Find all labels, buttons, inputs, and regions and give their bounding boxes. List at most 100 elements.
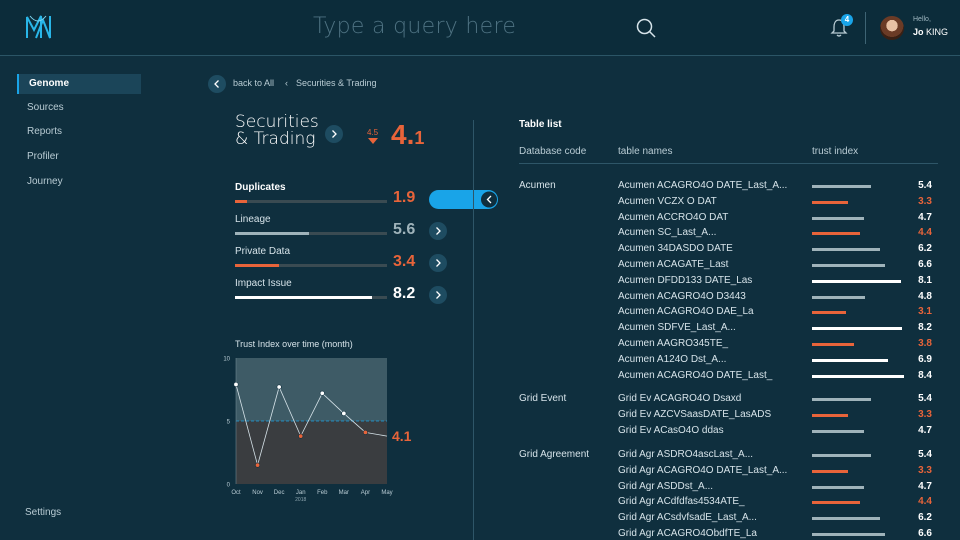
table-row[interactable]: Acumen ACAGRO4O DATE_Last_ 8.4 xyxy=(618,370,938,385)
trend-down-icon xyxy=(368,138,378,144)
metric-label-private-data[interactable]: Private Data xyxy=(235,246,290,257)
x-tick-label: Oct xyxy=(231,490,241,496)
metric-bar-duplicates xyxy=(235,200,387,203)
column-header-database-code[interactable]: Database code xyxy=(519,146,586,157)
breadcrumb-back-link[interactable]: back to All xyxy=(233,78,274,88)
table-row[interactable]: Grid Ev ACAGRO4O Dsaxd 5.4 xyxy=(618,393,938,408)
metric-label-impact-issue[interactable]: Impact Issue xyxy=(235,278,292,289)
metric-label-lineage[interactable]: Lineage xyxy=(235,214,271,225)
panel-divider xyxy=(473,120,474,540)
table-name: Acumen SC_Last_A... xyxy=(618,227,717,239)
search-input[interactable]: Type a query here xyxy=(313,14,516,39)
table-row[interactable]: Acumen VCZX O DAT 3.3 xyxy=(618,196,938,211)
table-name: Grid Agr ASDDst_A... xyxy=(618,480,714,492)
database-code-label: Acumen xyxy=(519,180,556,191)
duplicates-selected-indicator[interactable] xyxy=(429,190,498,209)
chevron-left-icon xyxy=(214,80,219,88)
table-row[interactable]: Acumen 34DASDO DATE 6.2 xyxy=(618,243,938,258)
table-row[interactable]: Grid Agr ACsdvfsadE_Last_A... 6.2 xyxy=(618,512,938,527)
table-name: Acumen VCZX O DAT xyxy=(618,195,717,207)
sidebar-item-genome[interactable]: Genome xyxy=(17,74,141,94)
lineage-expand-button[interactable] xyxy=(429,222,447,240)
greeting-text: Hello, xyxy=(913,16,931,23)
table-row[interactable]: Grid Agr ACAGRO4O DATE_Last_A... 3.3 xyxy=(618,465,938,480)
data-point xyxy=(341,410,347,416)
trust-index-bar xyxy=(812,232,860,236)
x-tick-label: Jan xyxy=(296,490,306,496)
title-expand-button[interactable] xyxy=(325,125,343,143)
trust-index-value: 6.6 xyxy=(918,528,932,539)
table-row[interactable]: Acumen DFDD133 DATE_Las 8.1 xyxy=(618,275,938,290)
trust-index-bar xyxy=(812,343,854,346)
table-row[interactable]: Acumen ACAGRO4O D3443 4.8 xyxy=(618,291,938,306)
trust-index-value: 3.3 xyxy=(918,408,932,420)
data-point xyxy=(298,433,304,439)
trust-index-value: 6.6 xyxy=(918,259,932,270)
column-header-trust-index[interactable]: trust index xyxy=(812,146,858,157)
chevron-right-icon xyxy=(436,259,441,267)
table-name: Grid Agr ACAGRO4O DATE_Last_A... xyxy=(618,464,788,476)
trust-index-bar xyxy=(812,533,885,536)
table-row[interactable]: Acumen AAGRO345TE_ 3.8 xyxy=(618,338,938,353)
table-name: Acumen SDFVE_Last_A... xyxy=(618,322,736,334)
breadcrumb-current: Securities & Trading xyxy=(296,78,377,88)
trust-index-value: 4.4 xyxy=(918,227,932,239)
table-header-divider xyxy=(519,163,938,164)
table-row[interactable]: Grid Agr ASDRO4ascLast_A... 5.4 xyxy=(618,449,938,464)
table-name: Grid Ev ACAGRO4O Dsaxd xyxy=(618,393,742,404)
table-row[interactable]: Acumen ACAGATE_Last 6.6 xyxy=(618,259,938,274)
trust-index-bar xyxy=(812,295,865,299)
trust-index-value: 3.8 xyxy=(918,338,932,349)
chevron-right-icon xyxy=(436,227,441,235)
year-label: 2018 xyxy=(295,497,306,503)
metric-bar-lineage xyxy=(235,232,387,235)
table-name: Grid Agr ACAGRO4ObdfTE_La xyxy=(618,528,757,539)
page-title: Securities & Trading xyxy=(235,112,319,149)
table-name: Acumen A124O Dst_A... xyxy=(618,353,727,365)
table-row[interactable]: Grid Ev AZCVSaasDATE_LasADS 3.3 xyxy=(618,409,938,424)
table-name: Grid Agr ASDRO4ascLast_A... xyxy=(618,449,754,460)
metric-bar-impact-issue xyxy=(235,296,387,299)
sidebar-item-profiler[interactable]: Profiler xyxy=(17,147,141,167)
table-row[interactable]: Grid Ev ACasO4O ddas 4.7 xyxy=(618,425,938,440)
app-logo[interactable] xyxy=(24,12,56,42)
trust-index-value: 5.4 xyxy=(918,180,932,191)
table-list-title: Table list xyxy=(519,119,562,130)
table-row[interactable]: Acumen ACAGRO4O DAE_La 3.1 xyxy=(618,306,938,321)
table-row[interactable]: Acumen ACCRO4O DAT 4.7 xyxy=(618,212,938,227)
metric-label-duplicates[interactable]: Duplicates xyxy=(235,182,286,193)
x-tick-label: May xyxy=(381,490,392,496)
trust-index-bar xyxy=(812,264,885,267)
trust-index-bar xyxy=(812,216,864,220)
sidebar-item-sources[interactable]: Sources xyxy=(17,98,141,118)
impact-issue-expand-button[interactable] xyxy=(429,286,447,304)
column-header-table-names[interactable]: table names xyxy=(618,146,672,157)
data-point xyxy=(255,462,261,468)
trust-index-bar xyxy=(812,358,888,362)
trust-index-bar xyxy=(812,185,871,188)
trust-score: 4.1 xyxy=(391,119,425,150)
trust-index-bar xyxy=(812,454,871,457)
table-row[interactable]: Acumen A124O Dst_A... 6.9 xyxy=(618,354,938,369)
private-data-expand-button[interactable] xyxy=(429,254,447,272)
table-name: Acumen ACCRO4O DAT xyxy=(618,211,729,223)
avatar[interactable] xyxy=(880,16,904,40)
sidebar-item-journey[interactable]: Journey xyxy=(17,172,141,192)
table-row[interactable]: Acumen SDFVE_Last_A... 8.2 xyxy=(618,322,938,337)
table-row[interactable]: Acumen SC_Last_A... 4.4 xyxy=(618,227,938,242)
back-button[interactable] xyxy=(208,75,226,93)
sidebar-item-reports[interactable]: Reports xyxy=(17,122,141,142)
x-tick-label: Dec xyxy=(274,490,285,496)
settings-link[interactable]: Settings xyxy=(25,507,61,518)
x-tick-label: Apr xyxy=(361,490,370,496)
trust-index-bar xyxy=(812,469,848,473)
user-name[interactable]: Jo KING xyxy=(913,27,948,37)
table-row[interactable]: Grid Agr ASDDst_A... 4.7 xyxy=(618,481,938,496)
table-row[interactable]: Grid Agr ACAGRO4ObdfTE_La 6.6 xyxy=(618,528,938,540)
table-name: Grid Ev ACasO4O ddas xyxy=(618,424,724,436)
search-icon[interactable] xyxy=(636,18,656,38)
trust-index-value: 3.3 xyxy=(918,195,932,207)
trust-index-value: 8.4 xyxy=(918,369,932,381)
table-row[interactable]: Acumen ACAGRO4O DATE_Last_A... 5.4 xyxy=(618,180,938,195)
table-row[interactable]: Grid Agr ACdfdfas4534ATE_ 4.4 xyxy=(618,496,938,511)
